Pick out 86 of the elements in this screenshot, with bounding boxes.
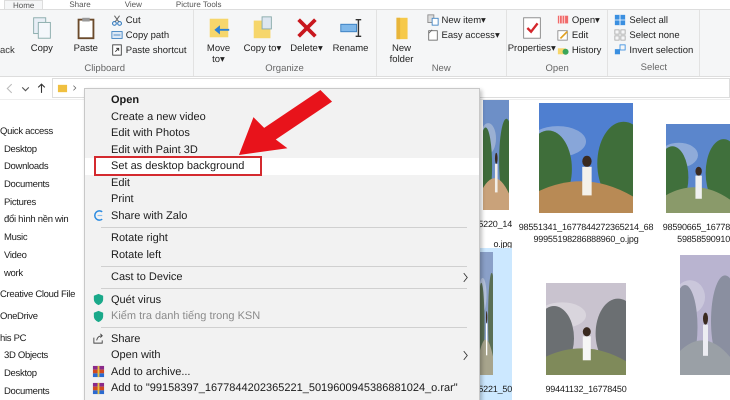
menu-item[interactable]: Share with Zalo: [85, 208, 479, 224]
menu-item[interactable]: Add to "99158397_1677844202365221_5019600945386881024_o.rar": [85, 380, 479, 396]
nav-item[interactable]: Music: [0, 229, 84, 247]
ribbon-tab[interactable]: View: [116, 0, 150, 9]
nav-item[interactable]: Documents: [0, 382, 84, 400]
group-label: Open: [544, 63, 570, 76]
new-item-icon: [426, 14, 439, 26]
ribbon-label: ack: [0, 44, 16, 58]
ribbon-tab[interactable]: Picture Tools: [168, 0, 230, 9]
group-label: Organize: [264, 63, 305, 76]
ribbon-button[interactable]: Delete▾: [286, 13, 328, 63]
edit-icon: [556, 29, 569, 41]
scissors-icon: [110, 14, 123, 26]
nav-item[interactable]: Quick access: [0, 123, 84, 141]
ribbon-button[interactable]: Rename: [330, 13, 372, 63]
nav-item[interactable]: Creative Cloud File: [0, 286, 84, 304]
ribbon-button[interactable]: Easy access▾: [424, 28, 502, 42]
ribbon-button[interactable]: Copy path: [108, 28, 189, 42]
ribbon-button[interactable]: Copy to▾: [242, 13, 284, 63]
ribbon-button[interactable]: Move to▾: [198, 13, 240, 63]
ribbon-button[interactable]: New item▾: [424, 13, 502, 27]
ribbon-button[interactable]: Select none: [612, 28, 696, 42]
nav-item[interactable]: Downloads: [0, 158, 84, 176]
menu-item[interactable]: Cast to Device: [85, 269, 479, 286]
file-name: 99441132_16778450: [545, 383, 627, 395]
ribbon-tab[interactable]: Share: [61, 0, 99, 9]
menu-item[interactable]: Open: [85, 92, 479, 108]
group-label: Select: [640, 62, 668, 75]
nav-item[interactable]: his PC: [0, 330, 84, 348]
archive-icon: [92, 365, 104, 378]
copy-path-icon: [110, 29, 123, 41]
menu-item[interactable]: Print: [85, 191, 479, 208]
file-name: 99955198286888960_o.jpg: [533, 233, 638, 245]
menu-item[interactable]: Edit with Paint 3D: [85, 142, 479, 158]
menu-item[interactable]: Add to archive...: [85, 364, 479, 380]
menu-item[interactable]: Edit with Photos: [85, 125, 479, 142]
file-tile[interactable]: 98551341_1677844272365214_68 99955198286888960_o.jpg: [512, 100, 660, 248]
menu-item[interactable]: Rotate right: [85, 230, 479, 246]
nav-item[interactable]: Documents: [0, 176, 84, 194]
ribbon-button[interactable]: Invert selection: [612, 43, 696, 57]
file-tile[interactable]: 98590665_16778 59858590910: [660, 100, 730, 248]
nav-item[interactable]: Desktop: [0, 364, 84, 383]
file-name: 98590665_16778: [662, 221, 730, 233]
file-tile[interactable]: 99441132_16778450: [512, 248, 660, 400]
nav-item[interactable]: OneDrive: [0, 308, 84, 326]
paste-shortcut-icon: [110, 44, 123, 56]
ribbon-button[interactable]: Copy: [20, 13, 63, 63]
nav-item[interactable]: đổi hình nền win: [0, 211, 84, 230]
nav-item[interactable]: Pictures: [0, 194, 84, 212]
up-arrow-icon[interactable]: [36, 82, 47, 94]
folder-icon: [57, 82, 68, 94]
menu-item[interactable]: Set as desktop background: [85, 158, 479, 174]
nav-item[interactable]: Desktop: [0, 140, 84, 158]
zalo-logo-icon: [92, 209, 104, 222]
nav-item[interactable]: Video: [0, 246, 84, 264]
ribbon-button[interactable]: Edit: [554, 28, 604, 42]
easy-access-icon: [426, 29, 439, 41]
ribbon-button[interactable]: Select all: [612, 13, 696, 27]
invert-selection-icon: [614, 44, 626, 56]
select-none-icon: [614, 29, 626, 41]
shield-icon: [92, 310, 104, 323]
menu-item[interactable]: Rotate left: [85, 246, 479, 263]
ribbon-button[interactable]: Paste: [64, 13, 107, 63]
share-icon: [92, 332, 104, 346]
ribbon-button[interactable]: Cut: [108, 13, 189, 27]
ribbon-tab[interactable]: Home: [4, 0, 44, 9]
menu-item[interactable]: Edit: [85, 174, 479, 191]
open-icon: [556, 14, 569, 26]
group-label: New: [430, 63, 452, 76]
archive-icon: [92, 382, 104, 395]
select-all-icon: [614, 14, 626, 26]
group-label: Clipboard: [83, 63, 126, 76]
nav-item[interactable]: work: [0, 264, 84, 282]
file-name: 59858590910: [677, 233, 730, 245]
menu-item[interactable]: Quét virus: [85, 292, 479, 308]
ribbon-button[interactable]: History: [554, 43, 604, 57]
menu-item[interactable]: Open with: [85, 347, 479, 364]
chevron-right-icon: [71, 84, 79, 92]
ribbon-button[interactable]: Open▾: [554, 13, 604, 27]
menu-item[interactable]: Share: [85, 330, 479, 347]
ribbon-button[interactable]: New folder: [380, 13, 423, 63]
menu-item[interactable]: Create a new video: [85, 108, 479, 125]
ribbon-button[interactable]: Paste shortcut: [108, 43, 189, 57]
nav-item[interactable]: 3D Objects: [0, 347, 84, 365]
shield-icon: [92, 293, 104, 306]
file-name: 98551341_1677844272365214_68: [518, 221, 654, 233]
